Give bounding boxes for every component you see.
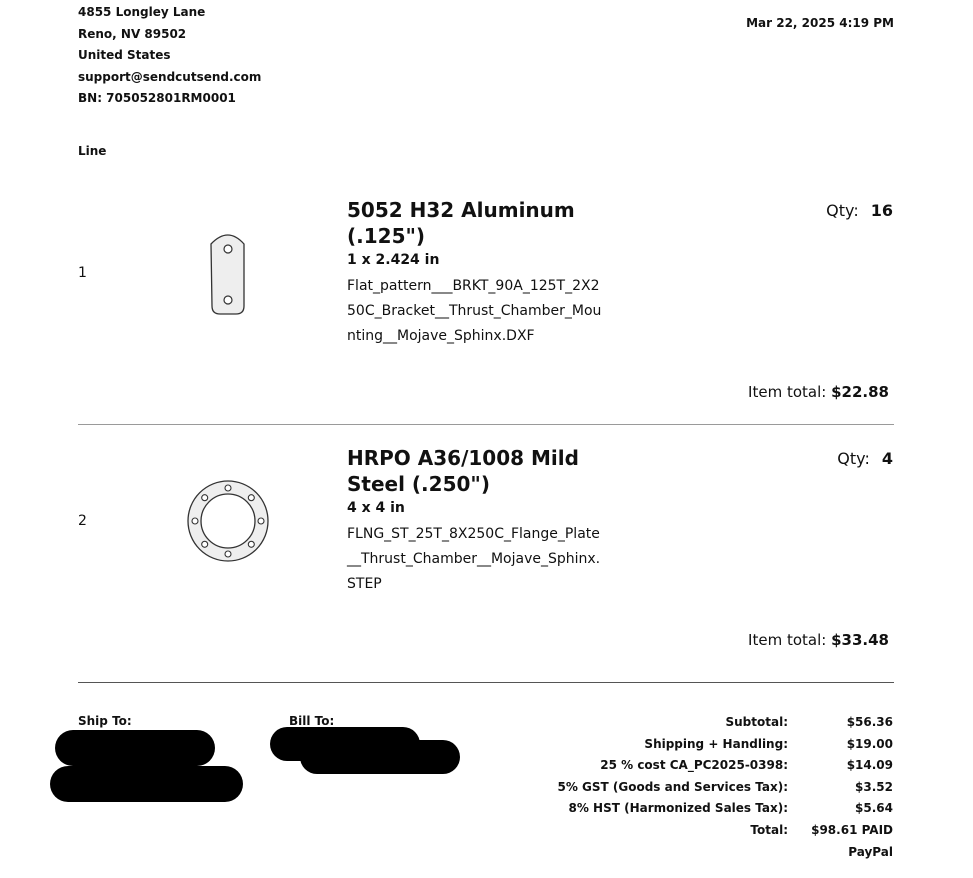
item-total-value: $22.88 <box>831 383 889 401</box>
items-end-divider <box>78 682 894 683</box>
summary-row-shipping: Shipping + Handling: $19.00 <box>644 736 893 751</box>
company-street: 4855 Longley Lane <box>78 5 206 19</box>
company-email: support@sendcutsend.com <box>78 69 262 84</box>
summary-row-total: Total: $98.61 PAID <box>750 822 893 837</box>
line-item-details: 5052 H32 Aluminum (.125") 1 x 2.424 in F… <box>347 197 607 349</box>
summary-row-gst: 5% GST (Goods and Services Tax): $3.52 <box>557 779 893 794</box>
qty-label: Qty: <box>826 201 859 220</box>
invoice-date: Mar 22, 2025 4:19 PM <box>746 16 894 30</box>
item-filename: Flat_pattern___BRKT_90A_125T_2X250C_Brac… <box>347 278 602 344</box>
item-material-title: HRPO A36/1008 Mild Steel (.250") <box>347 446 579 496</box>
summary-row-cost-adjustment: 25 % cost CA_PC2025-0398: $14.09 <box>600 758 893 773</box>
summary-row-subtotal: Subtotal: $56.36 <box>725 715 893 729</box>
redaction-mark <box>55 730 215 766</box>
summary-row-payment-method: PayPal <box>848 844 893 859</box>
item-dimensions: 1 x 2.424 in <box>347 252 440 268</box>
qty-label: Qty: <box>837 449 870 468</box>
flange-part-icon <box>178 471 278 571</box>
item-total: Item total: $22.88 <box>748 383 889 401</box>
company-bn: BN: 705052801RM0001 <box>78 91 236 105</box>
company-address: 4855 Longley Lane Reno, NV 89502 United … <box>78 2 261 110</box>
summary-row-hst: 8% HST (Harmonized Sales Tax): $5.64 <box>568 801 893 816</box>
company-city: Reno, NV 89502 <box>78 26 187 41</box>
item-quantity: Qty: 16 <box>826 201 893 220</box>
item-total-label: Item total: <box>748 631 827 649</box>
item-total: Item total: $33.48 <box>748 631 889 649</box>
order-summary: Subtotal: $56.36 Shipping + Handling: $19.… <box>557 712 893 863</box>
item-divider <box>78 424 894 425</box>
line-number: 1 <box>78 265 87 281</box>
item-material-title: 5052 H32 Aluminum (.125") <box>347 198 575 248</box>
redaction-mark <box>50 766 243 802</box>
item-total-value: $33.48 <box>831 631 889 649</box>
item-filename: FLNG_ST_25T_8X250C_Flange_Plate__Thrust_… <box>347 526 601 592</box>
qty-value: 4 <box>881 449 893 468</box>
item-quantity: Qty: 4 <box>837 449 893 468</box>
company-country: United States <box>78 48 171 62</box>
bill-to-label: Bill To: <box>289 714 335 728</box>
item-total-label: Item total: <box>748 383 827 401</box>
line-column-header: Line <box>78 144 107 158</box>
redaction-mark <box>300 740 460 774</box>
ship-to-label: Ship To: <box>78 714 132 728</box>
bracket-part-icon <box>178 222 278 322</box>
qty-value: 16 <box>870 201 893 220</box>
item-dimensions: 4 x 4 in <box>347 500 405 516</box>
line-item-details: HRPO A36/1008 Mild Steel (.250") 4 x 4 i… <box>347 445 607 597</box>
line-number: 2 <box>78 513 87 529</box>
